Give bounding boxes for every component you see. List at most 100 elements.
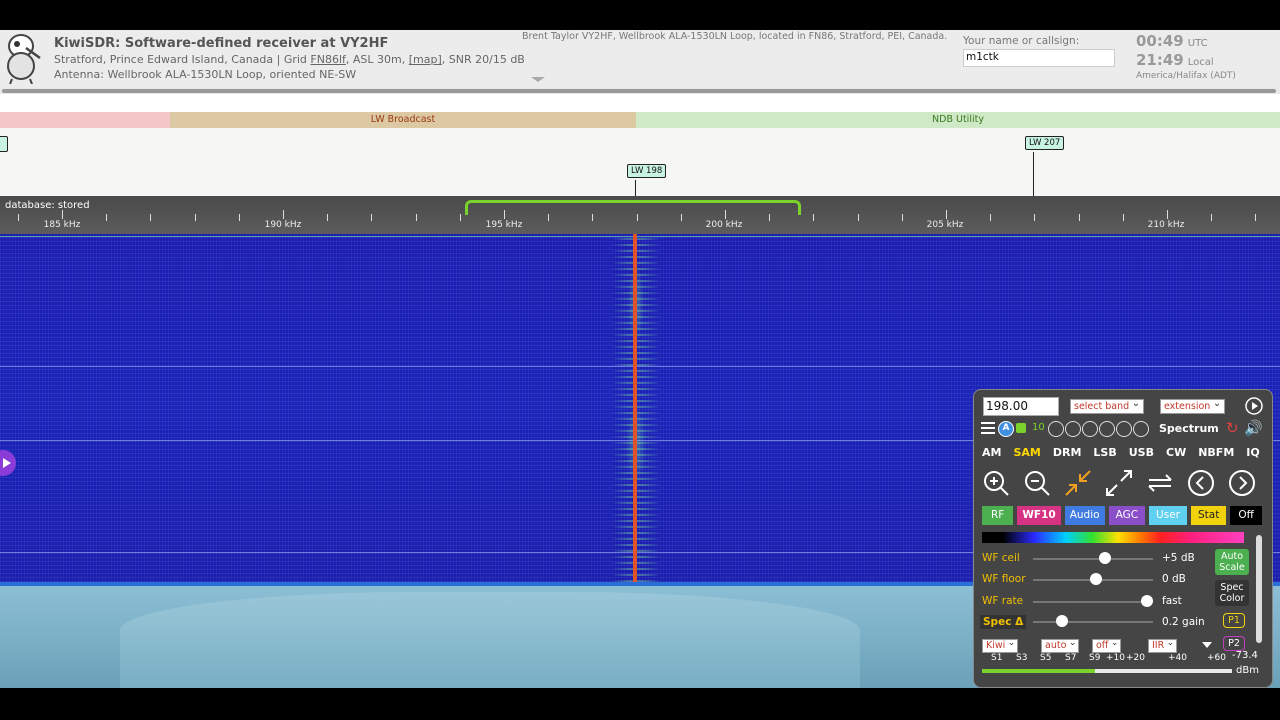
scale-tick xyxy=(460,214,461,221)
collapse-arrow-icon[interactable] xyxy=(531,77,545,82)
frequency-input[interactable]: 198.00 xyxy=(983,397,1059,416)
wf-ceil-track[interactable] xyxy=(1033,558,1153,560)
play-circle-icon[interactable] xyxy=(1245,397,1263,415)
spectrum-trace xyxy=(120,592,860,688)
tab-wf[interactable]: WF10 xyxy=(1017,506,1061,525)
page-right-icon[interactable] xyxy=(1228,469,1256,497)
spec-delta-track[interactable] xyxy=(1033,621,1153,623)
scale-tick xyxy=(327,214,328,221)
mode-buttons: AM SAM DRM LSB USB CW NBFM IQ xyxy=(982,446,1268,459)
step-down-small-icon[interactable] xyxy=(1082,421,1098,437)
step-down-medium-icon[interactable] xyxy=(1065,421,1081,437)
p2-button[interactable]: P2 xyxy=(1223,636,1245,651)
scale-tick xyxy=(858,214,859,221)
station-lw-207[interactable]: LW 207 xyxy=(1025,136,1065,150)
kiwi-select[interactable]: Kiwi xyxy=(982,637,1019,653)
checkbox-icon[interactable] xyxy=(1016,423,1026,433)
utc-clock: 00:49 UTC xyxy=(1136,32,1208,50)
mode-usb[interactable]: USB xyxy=(1129,446,1154,459)
scale-tick xyxy=(371,214,372,221)
wf-rate-label: WF rate xyxy=(982,595,1024,607)
s-meter-label: +20 xyxy=(1126,653,1145,663)
s-meter-label: S1 xyxy=(991,653,1003,663)
wf-rate-track[interactable] xyxy=(1033,601,1153,603)
select-band-dropdown[interactable]: select band xyxy=(1070,397,1145,414)
mode-nbfm[interactable]: NBFM xyxy=(1198,446,1234,459)
page-title: KiwiSDR: Software-defined receiver at VY… xyxy=(54,36,389,51)
wf-floor-knob[interactable] xyxy=(1090,573,1102,585)
spec-delta-value: 0.2 gain xyxy=(1162,616,1205,628)
tab-audio[interactable]: Audio xyxy=(1064,506,1105,525)
band-lw-left[interactable] xyxy=(0,112,170,128)
wf-ceil-knob[interactable] xyxy=(1099,552,1112,564)
band-lw-broadcast[interactable]: LW Broadcast xyxy=(170,112,636,128)
tab-agc[interactable]: AGC xyxy=(1108,506,1146,525)
scale-tick xyxy=(195,214,196,221)
frequency-scale[interactable]: database: stored 185 kHz 190 kHz 195 kHz… xyxy=(0,196,1280,234)
s-meter-label: +40 xyxy=(1168,653,1187,663)
step-up-large-icon[interactable] xyxy=(1133,421,1149,437)
zoom-max-out-icon[interactable] xyxy=(1105,469,1133,497)
tab-stat[interactable]: Stat xyxy=(1190,506,1227,525)
s-meter-label: S3 xyxy=(1016,653,1028,663)
colormap-bar[interactable] xyxy=(982,532,1244,543)
off-select[interactable]: off xyxy=(1092,637,1122,653)
wf-rate-knob[interactable] xyxy=(1141,595,1154,607)
mode-lsb[interactable]: LSB xyxy=(1093,446,1116,459)
spec-delta-knob[interactable] xyxy=(1055,615,1068,627)
mode-cw[interactable]: CW xyxy=(1166,446,1186,459)
database-status: database: stored xyxy=(5,200,90,211)
mode-iq[interactable]: IQ xyxy=(1246,446,1259,459)
freq-label: 185 kHz xyxy=(43,220,81,230)
zoom-out-icon[interactable] xyxy=(1023,469,1051,497)
scale-tick xyxy=(504,210,505,219)
spectrum-toggle[interactable]: Spectrum xyxy=(1159,422,1219,435)
page-left-icon[interactable] xyxy=(1187,469,1215,497)
scale-tick xyxy=(18,214,19,221)
mode-am[interactable]: AM xyxy=(982,446,1001,459)
panel-scrollbar[interactable] xyxy=(1256,535,1262,643)
auto-select[interactable]: auto xyxy=(1041,637,1080,653)
tab-rf[interactable]: RF xyxy=(982,506,1014,525)
step-up-medium-icon[interactable] xyxy=(1116,421,1132,437)
step-down-large-icon[interactable] xyxy=(1048,421,1064,437)
zoom-in-icon[interactable] xyxy=(982,469,1010,497)
mode-drm[interactable]: DRM xyxy=(1053,446,1082,459)
speaker-icon[interactable]: 🔊 xyxy=(1244,419,1263,437)
band-ndb-utility[interactable]: NDB Utility xyxy=(636,112,1280,128)
utc-label: UTC xyxy=(1187,38,1208,49)
scale-tick xyxy=(725,210,726,219)
scale-tick xyxy=(1123,214,1124,221)
passband-indicator[interactable] xyxy=(465,200,801,215)
step-up-small-icon[interactable] xyxy=(1099,421,1115,437)
menu-icon[interactable] xyxy=(981,422,995,434)
freq-label: 195 kHz xyxy=(485,220,523,230)
station-marker-offscreen[interactable] xyxy=(0,136,8,152)
station-lw-198[interactable]: LW 198 xyxy=(627,164,667,178)
station-labels-area: LW 198 LW 207 xyxy=(0,128,1280,196)
reset-icon[interactable]: ↻ xyxy=(1226,419,1239,437)
mode-sam[interactable]: SAM xyxy=(1013,446,1040,459)
spec-delta-label[interactable]: Spec Δ xyxy=(980,615,1027,629)
grid-link[interactable]: FN86lf xyxy=(310,53,345,66)
zoom-band-icon[interactable] xyxy=(1064,469,1092,497)
auto-scale-button[interactable]: Auto Scale xyxy=(1215,549,1249,575)
swap-icon[interactable] xyxy=(1146,469,1174,497)
s-meter-label: S7 xyxy=(1065,653,1077,663)
p1-button[interactable]: P1 xyxy=(1223,613,1245,628)
s-meter-label: S5 xyxy=(1040,653,1052,663)
tab-user[interactable]: User xyxy=(1149,506,1187,525)
wf-floor-value: 0 dB xyxy=(1162,573,1186,585)
header-divider[interactable] xyxy=(2,89,1276,93)
iir-select[interactable]: IIR xyxy=(1148,637,1178,653)
tab-off[interactable]: Off xyxy=(1230,506,1262,525)
more-options-icon[interactable] xyxy=(1202,642,1212,648)
callsign-input[interactable]: m1ctk xyxy=(963,49,1115,67)
local-time: 21:49 xyxy=(1136,51,1184,69)
map-link[interactable]: [map] xyxy=(409,53,442,66)
extension-dropdown[interactable]: extension xyxy=(1160,397,1226,414)
freq-label: 200 kHz xyxy=(705,220,743,230)
spec-color-button[interactable]: Spec Color xyxy=(1215,580,1249,606)
kiwi-logo-icon[interactable] xyxy=(4,32,42,84)
agc-auto-icon[interactable]: A xyxy=(998,421,1014,437)
